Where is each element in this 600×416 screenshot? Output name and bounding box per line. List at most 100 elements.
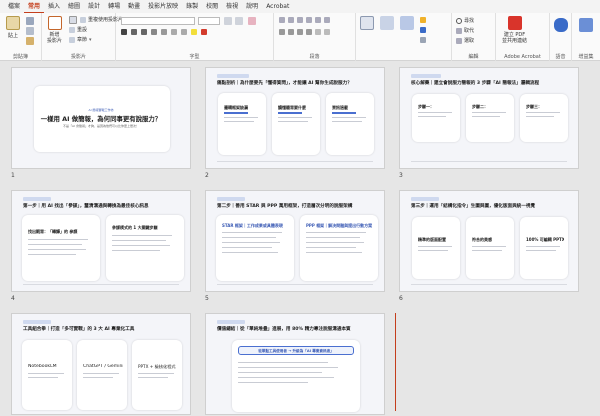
slide-sorter: AI 簡報實戰工作坊 一樣用 AI 做簡報，為何同事更有說服力？ 不是「AI 會… (0, 61, 600, 416)
slide-thumbnail-4[interactable]: 第一步｜用 AI 找出「參謀」，釐清溝通與轉換為最佳核心訊息 找出觀眾：「轉譯」… (11, 190, 191, 292)
menu-tab-6[interactable]: 動畫 (124, 0, 144, 13)
slide-7-tag (23, 320, 51, 324)
font-size-select[interactable] (198, 17, 220, 25)
select-button[interactable]: 選取 (456, 37, 474, 44)
slide-2-card-2-line-2 (278, 121, 308, 123)
slide-4-card-1-line-4 (28, 254, 76, 256)
slide-6-card-1-line-1 (418, 246, 452, 248)
reset-button[interactable]: 重設 (69, 26, 87, 33)
menu-tab-4[interactable]: 設計 (84, 0, 104, 13)
layout-button[interactable] (69, 16, 77, 24)
slide-8-card: 從單點工具使用者 → 升級為「AI 專業資訊者」 (232, 340, 360, 412)
addins-button[interactable] (579, 18, 593, 32)
menu-tab-2[interactable]: 插入 (44, 0, 64, 13)
line-spacing-icon[interactable] (315, 17, 321, 23)
justify-icon[interactable] (306, 29, 312, 35)
change-case-icon[interactable] (181, 29, 187, 35)
slide-thumbnail-6[interactable]: 第三步｜運用「結構化指令」生圖與圖，優化版面與統一視覺 精準的版面配置 符合的美… (399, 190, 579, 292)
font-grow-button[interactable] (224, 17, 232, 25)
slide-4-card-1-line-2 (28, 244, 82, 246)
format-painter-button[interactable] (26, 37, 34, 45)
slide-4-card-2-line-1 (112, 235, 172, 237)
paste-button[interactable]: 貼上 (6, 16, 20, 39)
dictate-button[interactable] (554, 18, 568, 32)
slide-3-card-1-line-1 (418, 112, 452, 114)
outline-icon (420, 27, 426, 33)
menu-tab-8[interactable]: 錄製 (182, 0, 202, 13)
shape-outline-button[interactable] (420, 27, 426, 33)
align-text-icon[interactable] (324, 29, 330, 35)
shape-fill-button[interactable] (420, 17, 426, 23)
menu-tab-10[interactable]: 檢視 (222, 0, 242, 13)
slide-6-card-1-line-2 (418, 250, 448, 252)
decrease-indent-icon[interactable] (297, 17, 303, 23)
slide-5-card-1-line-4 (222, 247, 272, 249)
align-center-icon[interactable] (288, 29, 294, 35)
shapes-button[interactable] (360, 16, 374, 30)
search-icon (456, 17, 462, 24)
align-left-icon[interactable] (279, 29, 285, 35)
slide-5-card-1-line-2 (222, 237, 276, 239)
arrange-button[interactable] (380, 16, 394, 30)
highlight-icon[interactable] (191, 29, 197, 35)
microphone-icon (554, 18, 568, 32)
new-slide-button[interactable]: 新增 投影片 (47, 16, 62, 44)
numbering-icon[interactable] (288, 17, 294, 23)
menu-tab-9[interactable]: 校閱 (202, 0, 222, 13)
slide-thumbnail-5[interactable]: 第二步｜善用 STAR 與 PPP 萬用框架，打造層次分明的說服架構 STAR … (205, 190, 385, 292)
section-button[interactable]: 章節 ▾ (69, 36, 92, 43)
font-shrink-button[interactable] (235, 17, 243, 25)
font-color-icon[interactable] (201, 29, 207, 35)
shape-effects-button[interactable] (420, 37, 426, 43)
find-button[interactable]: 尋找 (456, 17, 474, 24)
bullets-icon[interactable] (279, 17, 285, 23)
slide-2-card-1-title: 邏輯框架缺漏 (224, 105, 248, 110)
menu-tab-0[interactable]: 檔案 (4, 0, 24, 13)
slide-thumbnail-7[interactable]: 工具組合拳｜打造「多可實戰」的 3 大 AI 專業化工具 NotebookLM … (11, 313, 191, 415)
slide-4-card-2-line-3 (112, 245, 170, 247)
increase-indent-icon[interactable] (306, 17, 312, 23)
slide-thumbnail-1[interactable]: AI 簡報實戰工作坊 一樣用 AI 做簡報，為何同事更有說服力？ 不是「AI 會… (11, 67, 191, 169)
clear-format-button[interactable] (248, 17, 256, 25)
menu-tab-7[interactable]: 投影片放映 (144, 0, 182, 13)
shadow-icon[interactable] (161, 29, 167, 35)
slide-4-card-2: 參謀模式的 1 大關鍵步驟 (106, 215, 184, 281)
layout-icon (69, 16, 77, 24)
slide-thumbnail-8[interactable]: 價值總結｜從「單純堆疊」進展，用 80% 精力專注說服溝通本質 從單點工具使用者… (205, 313, 385, 415)
create-pdf-button[interactable]: 建立 PDF 並共用連結 (502, 16, 527, 44)
bold-icon[interactable] (121, 29, 127, 35)
slide-1-tag: AI 簡報實戰工作坊 (88, 108, 114, 112)
menu-tab-11[interactable]: 說明 (242, 0, 262, 13)
slide-thumbnail-3[interactable]: 核心解藥｜建立會說服力簡報的 3 步驟「AI 簡報法」邏輯流程 步驟一： 步驟二… (399, 67, 579, 169)
slide-2-card-1-accent (224, 112, 248, 114)
clipboard-group: 貼上 剪貼簿 (0, 13, 42, 61)
replace-button[interactable]: 取代 (456, 27, 474, 34)
underline-icon[interactable] (141, 29, 147, 35)
cut-button[interactable] (26, 17, 34, 25)
slide-7-card-2: ChatGPT / Gemini (77, 340, 127, 410)
menu-tab-12[interactable]: Acrobat (262, 0, 293, 13)
italic-icon[interactable] (131, 29, 137, 35)
char-spacing-icon[interactable] (171, 29, 177, 35)
slide-thumbnail-2[interactable]: 痛點剖析｜為什麼要先「懂得質問」，才能讓 AI 幫你生成說服力？ 邏輯框架缺漏 … (205, 67, 385, 169)
select-label: 選取 (464, 38, 475, 44)
slide-2-card-2-title: 讀懂聽眾要什麼 (278, 105, 306, 110)
paragraph-group: 段落 (274, 13, 356, 61)
menu-tab-5[interactable]: 轉場 (104, 0, 124, 13)
clipboard-group-label: 剪貼簿 (12, 54, 28, 60)
slide-7-card-1: NotebookLM (22, 340, 72, 410)
columns-icon[interactable] (324, 17, 330, 23)
text-direction-icon[interactable] (315, 29, 321, 35)
align-right-icon[interactable] (297, 29, 303, 35)
menu-tab-3[interactable]: 繪圖 (64, 0, 84, 13)
slide-4-title: 第一步｜用 AI 找出「參謀」，釐清溝通與轉換為最佳核心訊息 (23, 204, 149, 209)
copy-icon (26, 27, 34, 35)
addins-group: 增益集 (572, 13, 600, 61)
slide-7-card-1-line-2 (28, 377, 58, 379)
menu-tab-1[interactable]: 常用 (24, 0, 45, 13)
copy-button[interactable] (26, 27, 34, 35)
font-name-select[interactable] (121, 17, 195, 25)
replace-icon (456, 27, 462, 34)
strikethrough-icon[interactable] (151, 29, 157, 35)
quick-styles-button[interactable] (400, 16, 414, 30)
